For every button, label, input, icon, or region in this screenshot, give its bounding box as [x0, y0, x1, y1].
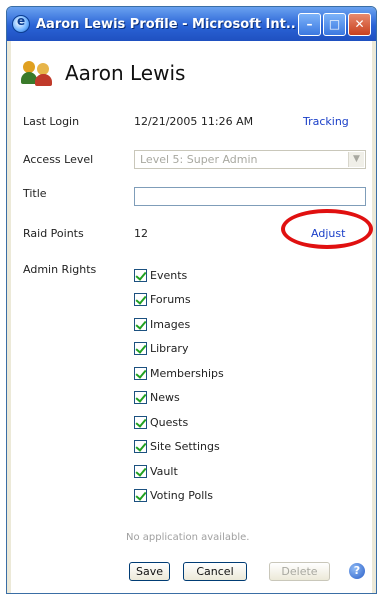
admin-right-forums[interactable]: Forums	[134, 288, 224, 313]
checkbox-memberships[interactable]	[134, 366, 147, 380]
profile-window: Aaron Lewis Profile - Microsoft Int... –…	[6, 6, 377, 594]
ie-icon	[12, 14, 30, 33]
maximize-button[interactable]: □	[323, 12, 346, 36]
admin-right-site-settings[interactable]: Site Settings	[134, 435, 224, 460]
admin-right-label: News	[150, 391, 180, 405]
admin-right-quests[interactable]: Quests	[134, 410, 224, 435]
tracking-link[interactable]: Tracking	[303, 115, 349, 128]
minimize-icon: –	[306, 17, 313, 31]
cancel-button[interactable]: Cancel	[183, 562, 247, 581]
admin-right-images[interactable]: Images	[134, 312, 224, 337]
save-button[interactable]: Save	[129, 562, 170, 581]
help-icon[interactable]: ?	[349, 563, 365, 579]
last-login-label: Last Login	[23, 115, 80, 128]
admin-right-label: Library	[150, 342, 189, 356]
delete-button[interactable]: Delete	[269, 562, 330, 581]
checkbox-events[interactable]	[134, 268, 147, 282]
checkbox-news[interactable]	[134, 391, 147, 405]
checkbox-quests[interactable]	[134, 415, 147, 429]
admin-right-events[interactable]: Events	[134, 263, 224, 288]
checkbox-images[interactable]	[134, 317, 147, 331]
admin-right-label: Voting Polls	[150, 489, 214, 503]
title-label: Title	[23, 187, 47, 200]
admin-right-news[interactable]: News	[134, 386, 224, 411]
chevron-down-icon[interactable]: ▼	[348, 152, 364, 167]
profile-header: Aaron Lewis	[21, 59, 185, 87]
highlight-oval	[281, 209, 373, 249]
admin-right-label: Images	[150, 317, 191, 331]
admin-right-label: Site Settings	[150, 440, 220, 454]
checkbox-voting-polls[interactable]	[134, 489, 147, 503]
admin-right-label: Quests	[150, 415, 189, 429]
admin-right-library[interactable]: Library	[134, 337, 224, 362]
close-button[interactable]: ✕	[348, 12, 371, 36]
title-input[interactable]	[134, 187, 366, 206]
raid-points-value: 12	[134, 227, 148, 240]
checkbox-site-settings[interactable]	[134, 440, 147, 454]
minimize-button[interactable]: –	[298, 12, 321, 36]
last-login-value: 12/21/2005 11:26 AM	[134, 115, 254, 128]
admin-rights-list: Events Forums Images Library Memberships…	[134, 263, 224, 508]
checkbox-forums[interactable]	[134, 293, 147, 307]
admin-right-voting-polls[interactable]: Voting Polls	[134, 484, 224, 509]
access-level-label: Access Level	[23, 153, 94, 166]
admin-right-label: Memberships	[150, 366, 224, 380]
close-icon: ✕	[354, 17, 365, 31]
admin-right-memberships[interactable]: Memberships	[134, 361, 224, 386]
admin-right-label: Events	[150, 268, 188, 282]
users-icon	[21, 59, 55, 87]
admin-right-label: Forums	[150, 293, 191, 307]
raid-points-label: Raid Points	[23, 227, 84, 240]
checkbox-vault[interactable]	[134, 464, 147, 478]
checkbox-library[interactable]	[134, 342, 147, 356]
maximize-icon: □	[328, 17, 341, 31]
access-level-select[interactable]: Level 5: Super Admin ▼	[134, 150, 366, 169]
admin-rights-label: Admin Rights	[23, 263, 97, 276]
profile-content: Aaron Lewis Last Login 12/21/2005 11:26 …	[11, 41, 373, 593]
admin-right-vault[interactable]: Vault	[134, 459, 224, 484]
admin-right-label: Vault	[150, 464, 178, 478]
access-level-value: Level 5: Super Admin	[140, 153, 258, 166]
title-bar[interactable]: Aaron Lewis Profile - Microsoft Int... –…	[7, 7, 376, 41]
profile-name: Aaron Lewis	[65, 61, 186, 85]
no-application-text: No application available.	[126, 532, 250, 543]
window-title: Aaron Lewis Profile - Microsoft Int...	[36, 16, 296, 32]
